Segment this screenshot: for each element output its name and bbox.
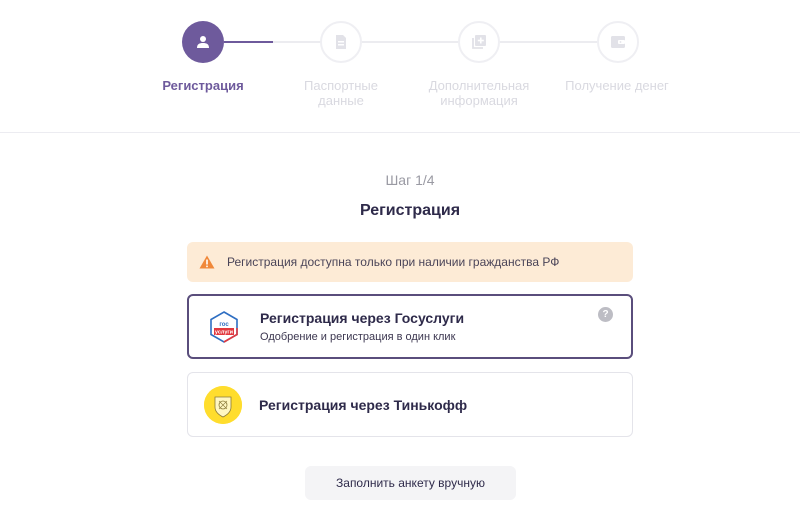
gosuslugi-logo: гос услуги xyxy=(205,308,243,346)
wallet-icon xyxy=(611,36,625,48)
warning-icon xyxy=(199,255,215,269)
step-label-passport: Паспортные данные xyxy=(304,78,378,108)
option-title: Регистрация через Тинькофф xyxy=(259,396,468,413)
document-icon xyxy=(336,35,346,49)
step-registration[interactable] xyxy=(182,21,224,63)
gosuslugi-registration-option[interactable]: гос услуги Регистрация через Госуслуги О… xyxy=(187,294,633,359)
step-additional-info[interactable] xyxy=(458,21,500,63)
step-counter: Шаг 1/4 xyxy=(385,172,435,188)
step-label-registration: Регистрация xyxy=(162,78,244,93)
step-get-money[interactable] xyxy=(597,21,639,63)
step-connector xyxy=(500,41,598,43)
add-info-icon xyxy=(472,35,486,49)
page-title: Регистрация xyxy=(359,202,461,219)
svg-text:услуги: услуги xyxy=(215,329,233,335)
step-connector xyxy=(273,41,321,43)
progress-stepper: Регистрация Паспортные данные Дополнител… xyxy=(0,0,800,133)
alert-text: Регистрация доступна только при наличии … xyxy=(227,255,560,269)
tinkoff-registration-option[interactable]: Регистрация через Тинькофф xyxy=(187,372,633,437)
step-connector-active xyxy=(224,41,273,43)
citizenship-alert: Регистрация доступна только при наличии … xyxy=(187,242,633,282)
user-icon xyxy=(197,36,209,48)
step-passport[interactable] xyxy=(320,21,362,63)
svg-text:гос: гос xyxy=(219,322,229,328)
fill-form-manually-button[interactable]: Заполнить анкету вручную xyxy=(305,466,516,500)
option-title: Регистрация через Госуслуги xyxy=(260,310,465,326)
help-icon[interactable]: ? xyxy=(598,307,613,322)
option-subtitle: Одобрение и регистрация в один клик xyxy=(260,331,456,343)
tinkoff-logo xyxy=(204,385,242,424)
step-label-get-money: Получение денег xyxy=(565,78,669,93)
step-label-additional-info: Дополнительная информация xyxy=(428,78,530,108)
step-connector xyxy=(362,41,459,43)
